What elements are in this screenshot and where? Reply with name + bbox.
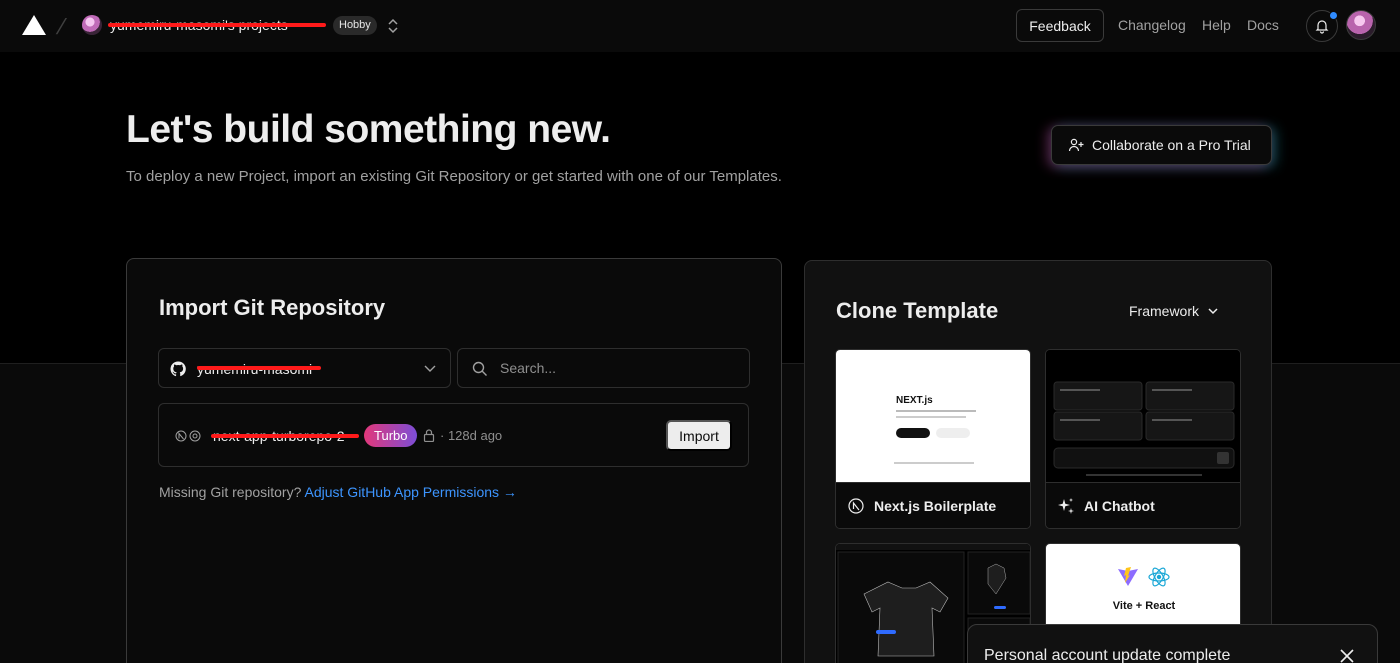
pro-trial-button[interactable]: Collaborate on a Pro Trial bbox=[1051, 125, 1272, 165]
clone-title: Clone Template bbox=[836, 298, 999, 323]
page-title: Let's build something new. bbox=[126, 108, 611, 151]
framework-filter-label: Framework bbox=[1129, 303, 1200, 319]
repository-age: · 128d ago bbox=[440, 428, 503, 443]
git-scope-select[interactable]: yumemiru-masomi bbox=[158, 348, 451, 388]
breadcrumb-separator: / bbox=[54, 14, 69, 39]
bell-icon bbox=[1315, 20, 1329, 34]
changelog-link[interactable]: Changelog bbox=[1118, 17, 1186, 33]
lock-icon bbox=[423, 429, 435, 442]
feedback-button[interactable]: Feedback bbox=[1016, 9, 1104, 42]
close-icon[interactable] bbox=[1338, 647, 1356, 663]
docs-link[interactable]: Docs bbox=[1247, 17, 1279, 33]
import-title: Import Git Repository bbox=[159, 295, 386, 320]
template-preview bbox=[1046, 350, 1240, 483]
nextjs-icon bbox=[848, 497, 864, 514]
template-footer: Next.js Boilerplate bbox=[836, 482, 1030, 528]
template-name: AI Chatbot bbox=[1084, 497, 1155, 514]
chevron-up-down-icon[interactable] bbox=[386, 16, 400, 36]
redaction-mark bbox=[108, 23, 326, 27]
redaction-mark bbox=[197, 366, 321, 370]
template-card-nextjs[interactable]: NEXT.js Next.js Boilerplate bbox=[835, 349, 1031, 529]
help-link[interactable]: Help bbox=[1202, 17, 1231, 33]
plan-badge: Hobby bbox=[333, 16, 377, 35]
repository-search[interactable] bbox=[457, 348, 750, 388]
nextjs-icon bbox=[175, 430, 187, 442]
team-avatar[interactable] bbox=[82, 15, 102, 35]
toast-notification: Personal account update complete bbox=[967, 624, 1378, 663]
redaction-mark bbox=[211, 434, 359, 438]
add-user-icon bbox=[1068, 138, 1084, 152]
missing-repo-note: Missing Git repository? Adjust GitHub Ap… bbox=[159, 484, 517, 500]
vercel-logo-icon[interactable] bbox=[22, 15, 46, 35]
react-icon bbox=[1148, 567, 1170, 587]
search-input[interactable] bbox=[500, 349, 740, 387]
top-nav: / yumemiru-masomi's projects Hobby Feedb… bbox=[0, 0, 1400, 52]
template-preview: NEXT.js bbox=[836, 350, 1030, 483]
nextjs-preview-image: NEXT.js bbox=[894, 395, 976, 464]
chatbot-preview-image bbox=[1053, 381, 1235, 476]
template-name: Next.js Boilerplate bbox=[874, 497, 997, 514]
user-avatar[interactable] bbox=[1346, 10, 1376, 40]
svg-text:NEXT.js: NEXT.js bbox=[896, 395, 933, 406]
page-subtitle: To deploy a new Project, import an exist… bbox=[126, 168, 782, 185]
import-button[interactable]: Import bbox=[666, 420, 732, 451]
turbo-badge: Turbo bbox=[364, 424, 418, 447]
template-name: Vite + React bbox=[1112, 600, 1176, 612]
framework-filter[interactable]: Framework bbox=[1129, 303, 1219, 319]
missing-repo-text: Missing Git repository? bbox=[159, 484, 305, 500]
search-icon bbox=[472, 361, 487, 376]
chevron-down-icon bbox=[424, 365, 436, 372]
sparkles-icon bbox=[1058, 497, 1074, 514]
chevron-down-icon bbox=[1208, 308, 1218, 315]
github-icon bbox=[170, 361, 186, 377]
adjust-permissions-link[interactable]: Adjust GitHub App Permissions → bbox=[305, 484, 517, 500]
toast-message: Personal account update complete bbox=[984, 647, 1231, 663]
template-card-ai-chatbot[interactable]: AI Chatbot bbox=[1045, 349, 1241, 529]
turborepo-icon bbox=[189, 430, 201, 442]
pro-trial-label: Collaborate on a Pro Trial bbox=[1092, 137, 1251, 153]
vite-icon bbox=[1118, 567, 1138, 586]
template-footer: AI Chatbot bbox=[1046, 482, 1240, 528]
notification-dot bbox=[1329, 11, 1338, 20]
